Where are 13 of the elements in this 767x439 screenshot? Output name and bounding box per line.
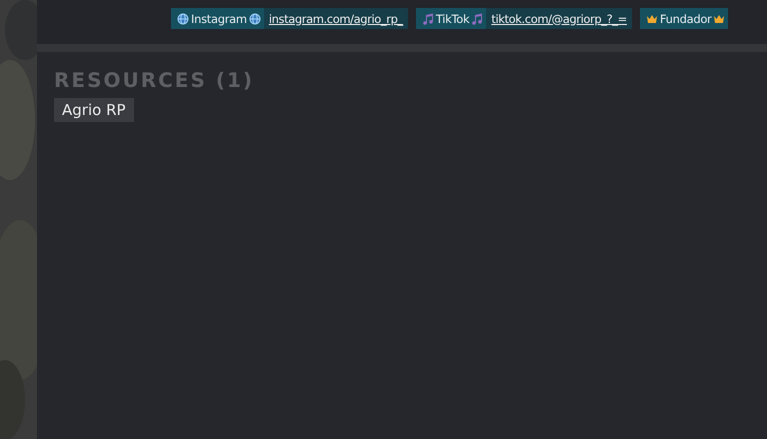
resource-tag[interactable]: Agrio RP xyxy=(54,98,134,122)
tag-label: TikTok xyxy=(416,8,486,29)
globe-icon xyxy=(248,12,261,24)
profile-link[interactable]: instagram.com/agrio_rp_ xyxy=(264,8,408,29)
crown-icon xyxy=(713,12,726,24)
tag-label: Fundador xyxy=(640,8,728,29)
music-notes-icon xyxy=(471,12,484,24)
section-heading: RESOURCES (1) xyxy=(54,68,256,92)
crown-icon xyxy=(646,12,658,24)
music-notes-icon xyxy=(422,12,434,24)
profile-link[interactable]: tiktok.com/@agriorp_?_= xyxy=(486,8,632,29)
globe-icon xyxy=(177,12,189,24)
tag-label: Instagram xyxy=(171,8,264,29)
